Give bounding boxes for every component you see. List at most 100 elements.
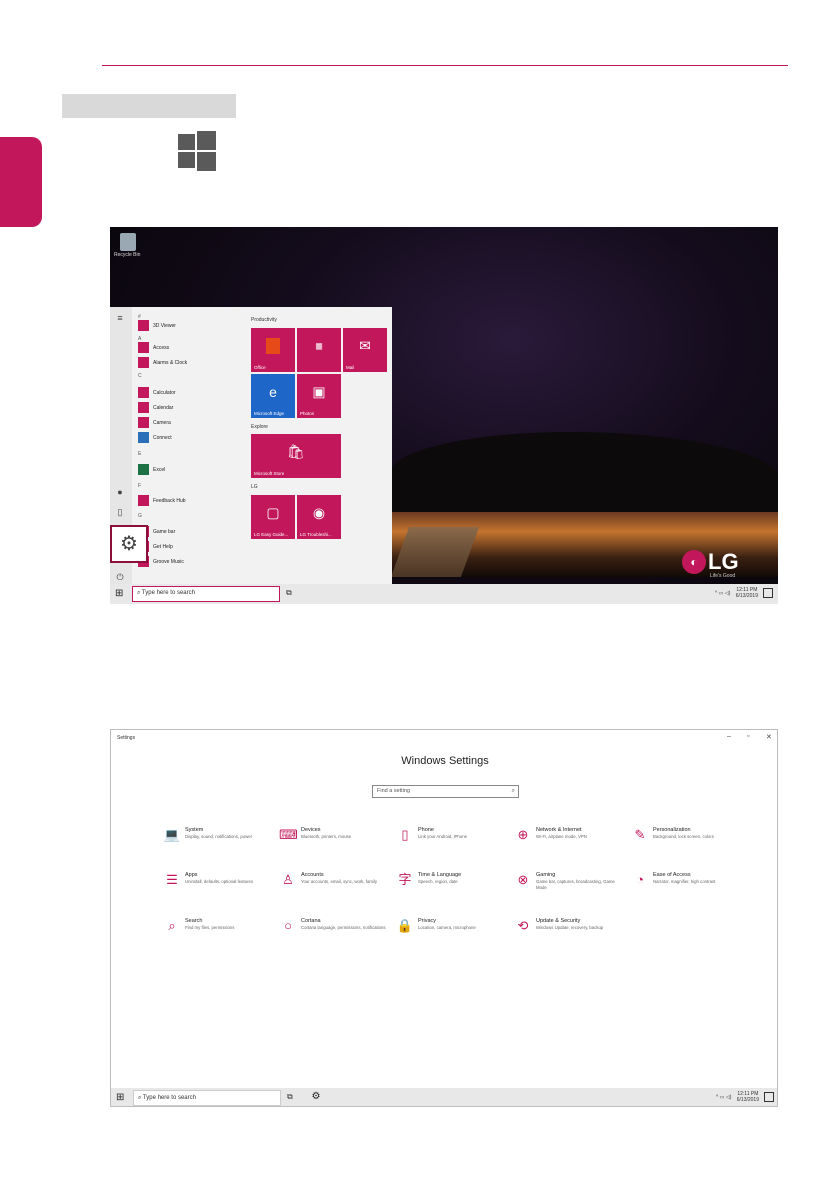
tile-group-label: LG	[251, 484, 258, 490]
lg-face-icon: ◐	[682, 550, 706, 574]
tile-group-label: Productivity	[251, 317, 277, 323]
category-gaming[interactable]: ⊗ Gaming Game bar, captures, broadcasting,…	[514, 871, 624, 905]
letter-heading: F	[138, 483, 142, 489]
keyboard-icon: ⌨	[279, 827, 298, 842]
list-icon: ☰	[166, 872, 178, 887]
cortana-icon: ○	[284, 918, 292, 933]
phone-icon: ▯	[401, 827, 409, 842]
clock[interactable]: 12:11 PM 6/13/2019	[737, 1091, 759, 1103]
calendar-icon	[138, 402, 149, 414]
person-icon: ♙	[282, 872, 294, 887]
system-tray: ^ ▭ ◁) 12:11 PM 6/13/2019	[716, 1091, 759, 1103]
access-icon	[138, 342, 149, 354]
taskbar-search-input[interactable]: ⌕ Type here to search	[132, 586, 280, 602]
category-devices[interactable]: ⌨ Devices Bluetooth, printers, mouse	[279, 826, 389, 860]
category-system[interactable]: 💻 System Display, sound, notifications, po…	[163, 826, 273, 860]
office-icon	[266, 338, 280, 355]
mail-icon: ✉	[359, 337, 371, 354]
tile-group-label: Explore	[251, 424, 268, 430]
clock-language-icon: 字	[398, 872, 412, 887]
find-setting-input[interactable]: Find a setting ⌕	[372, 785, 519, 798]
tile-photos[interactable]: ▣ Photos	[297, 374, 341, 418]
section-label-bar	[62, 94, 236, 118]
tile-edge[interactable]: e Microsoft Edge	[251, 374, 295, 418]
globe-icon: ⊕	[517, 827, 529, 842]
category-apps[interactable]: ☰ Apps Uninstall, defaults, optional featu…	[163, 871, 273, 905]
category-personalization[interactable]: ✎ Personalization Background, lock screen,…	[631, 826, 741, 860]
settings-taskbar-gear-icon[interactable]: ⚙	[306, 1088, 326, 1106]
mountain-silhouette	[390, 432, 778, 522]
tile-lg-easy-guide[interactable]: ▢ LG Easy Guide...	[251, 495, 295, 539]
tile-store[interactable]: 🛍 Microsoft Store	[251, 434, 341, 478]
app-camera[interactable]: Camera	[138, 417, 171, 430]
alarm-clock-icon	[138, 357, 149, 369]
category-search[interactable]: ⌕ Search Find my files, permissions	[163, 917, 273, 951]
recycle-bin-icon[interactable]	[120, 233, 136, 251]
settings-gear-highlight[interactable]: ⚙	[110, 525, 148, 563]
store-icon: 🛍	[287, 443, 305, 460]
notification-icon[interactable]	[763, 588, 773, 598]
app-feedback-hub[interactable]: Feedback Hub	[138, 495, 186, 508]
letter-heading: C	[138, 373, 142, 379]
hamburger-menu-icon[interactable]: ≡	[115, 313, 125, 323]
category-phone[interactable]: ▯ Phone Link your Android, iPhone	[396, 826, 506, 860]
calculator-icon	[138, 387, 149, 399]
app-3d-viewer[interactable]: 3D Viewer	[138, 320, 176, 333]
window-title: Settings	[117, 735, 136, 741]
clock[interactable]: 12:11 PM 6/13/2019	[736, 587, 758, 599]
3d-viewer-icon	[138, 320, 149, 332]
app-calculator[interactable]: Calculator	[138, 387, 176, 400]
photos-icon: ▣	[312, 383, 326, 400]
tile-app-folder[interactable]: ▦	[297, 328, 341, 372]
tile-office[interactable]: Office	[251, 328, 295, 372]
documents-icon[interactable]: ▯	[115, 507, 125, 517]
category-privacy[interactable]: 🔒 Privacy Location, camera, microphone	[396, 917, 506, 951]
recycle-bin-label: Recycle Bin	[114, 252, 141, 258]
maximize-icon[interactable]: ▫	[747, 733, 749, 740]
search-icon: ⌕	[511, 788, 515, 794]
laptop-icon: 💻	[163, 827, 181, 842]
app-folder-icon: ▦	[315, 341, 323, 351]
task-view-icon[interactable]: ⧉	[287, 1092, 293, 1102]
start-button-icon[interactable]: ⊞	[116, 1092, 124, 1103]
gear-icon: ⚙	[120, 533, 138, 555]
header-rule	[102, 65, 788, 66]
category-cortana[interactable]: ○ Cortana Cortana language, permissions, n…	[279, 917, 389, 951]
app-alarms[interactable]: Alarms & Clock	[138, 357, 187, 370]
category-time-language[interactable]: 字 Time & Language Speech, region, date	[396, 871, 506, 905]
taskbar: ⊞ ⌕ Type here to search ⧉ ^ ▭ ◁) 12:11 P…	[110, 584, 778, 604]
connect-icon	[138, 432, 149, 444]
app-connect[interactable]: Connect	[138, 432, 172, 445]
taskbar-search-input[interactable]: ⌕ Type here to search	[133, 1090, 281, 1106]
system-tray: ^ ▭ ◁) 12:11 PM 6/13/2019	[715, 587, 758, 599]
update-icon: ⟲	[517, 918, 529, 933]
minimize-icon[interactable]: –	[727, 733, 731, 740]
brush-icon: ✎	[634, 827, 646, 842]
close-icon[interactable]: ✕	[766, 733, 772, 741]
category-update-security[interactable]: ⟲ Update & Security Windows Update, recove…	[514, 917, 624, 951]
category-ease-of-access[interactable]: ◔ Ease of Access Narrator, magnifier, high…	[631, 871, 741, 905]
windows-logo-icon	[178, 131, 216, 171]
category-accounts[interactable]: ♙ Accounts Your accounts, email, sync, wor…	[279, 871, 389, 905]
chapter-tab	[0, 137, 42, 227]
accessibility-icon: ◔	[636, 872, 644, 887]
settings-window-screenshot: Settings – ▫ ✕ Windows Settings Find a s…	[110, 729, 778, 1107]
start-menu: ≡ ● ▯ ⏻ # 3D Viewer A Access Alarms & Cl…	[110, 307, 392, 584]
power-icon[interactable]: ⏻	[115, 572, 125, 582]
app-excel[interactable]: Excel	[138, 464, 165, 477]
task-view-icon[interactable]: ⧉	[286, 588, 292, 598]
user-avatar-icon[interactable]: ●	[115, 487, 125, 497]
notification-icon[interactable]	[764, 1092, 774, 1102]
tile-lg-troubleshoot[interactable]: ◉ LG Troubleshi...	[297, 495, 341, 539]
xbox-icon: ⊗	[517, 872, 529, 887]
lg-logo: ◐ LG Life's Good	[682, 549, 739, 579]
tile-mail[interactable]: ✉ Mail	[343, 328, 387, 372]
category-network[interactable]: ⊕ Network & Internet Wi-Fi, airplane mode,…	[514, 826, 624, 860]
letter-heading: E	[138, 451, 142, 457]
monitor-icon: ▢	[266, 504, 280, 521]
start-button-icon[interactable]: ⊞	[115, 588, 123, 599]
feedback-icon	[138, 495, 149, 507]
edge-icon: e	[269, 384, 277, 401]
app-calendar[interactable]: Calendar	[138, 402, 173, 415]
app-access[interactable]: Access	[138, 342, 169, 355]
